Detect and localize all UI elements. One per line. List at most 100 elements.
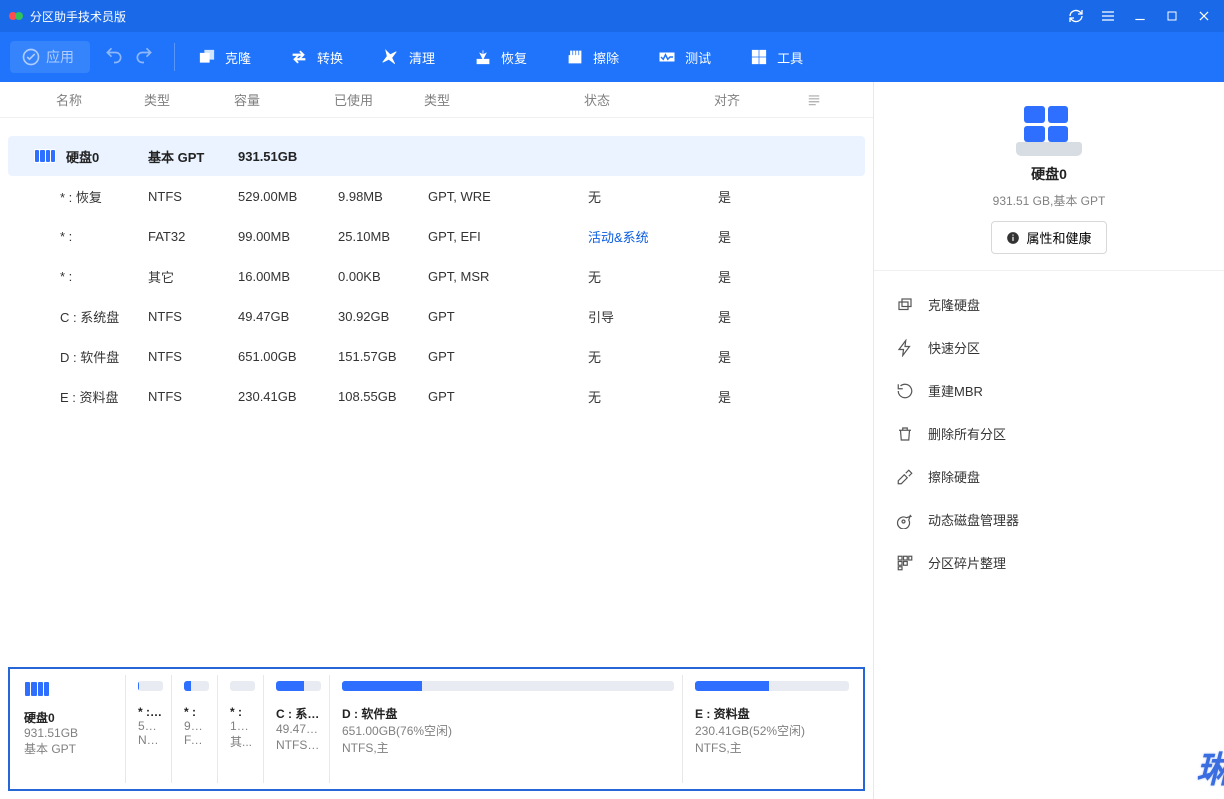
apply-label: 应用 [46, 47, 74, 67]
usage-bar [695, 681, 849, 691]
column-header: 名称 类型 容量 已使用 类型 状态 对齐 [0, 82, 873, 118]
partition-row[interactable]: * :FAT3299.00MB25.10MBGPT, EFI活动&系统是 [8, 216, 865, 256]
action-rebuildmbr[interactable]: 重建MBR [882, 369, 1216, 412]
part-cap: 16.00MB [238, 269, 338, 284]
tool-recover[interactable]: 恢复 [463, 39, 537, 75]
close-button[interactable] [1188, 0, 1220, 32]
part-used: 0.00KB [338, 269, 428, 284]
diskmap-part-title: E : 资料盘 [695, 705, 849, 722]
defrag-icon [896, 554, 914, 572]
usage-bar [230, 681, 255, 691]
partition-row[interactable]: * :其它16.00MB0.00KBGPT, MSR无是 [8, 256, 865, 296]
disk-icon [34, 149, 56, 163]
part-fs: FAT32 [148, 229, 238, 244]
partition-row[interactable]: * : 恢复NTFS529.00MB9.98MBGPT, WRE无是 [8, 176, 865, 216]
col-state-header[interactable]: 状态 [584, 90, 714, 109]
toolbar-divider [174, 43, 175, 71]
app-logo-icon [8, 8, 24, 24]
disk-type: 基本 GPT [148, 147, 238, 166]
part-state: 无 [588, 267, 718, 286]
toolbox-icon [749, 47, 769, 67]
col-type-header[interactable]: 类型 [144, 90, 234, 109]
state-link[interactable]: 活动&系统 [588, 230, 649, 245]
app-title: 分区助手技术员版 [30, 8, 126, 25]
wipedisk-icon [896, 468, 914, 486]
part-state: 无 [588, 387, 718, 406]
part-state: 无 [588, 347, 718, 366]
part-name: * : [8, 229, 148, 244]
minimize-button[interactable] [1124, 0, 1156, 32]
part-cap: 99.00MB [238, 229, 338, 244]
tool-label: 清理 [409, 48, 435, 67]
part-align: 是 [718, 187, 798, 206]
part-state: 引导 [588, 307, 718, 326]
column-picker-button[interactable] [794, 93, 834, 107]
redo-button[interactable] [134, 45, 154, 70]
diskmap-part-type: FAT... [184, 733, 209, 747]
main-panel: 名称 类型 容量 已使用 类型 状态 对齐 硬盘0 基本 GPT 931.51G… [0, 82, 874, 799]
tool-label: 擦除 [593, 48, 619, 67]
menu-button[interactable] [1092, 0, 1124, 32]
prop-btn-label: 属性和健康 [1026, 228, 1091, 247]
diskmap-part-type: NTF... [138, 733, 163, 747]
partition-row[interactable]: D : 软件盘NTFS651.00GB151.57GBGPT无是 [8, 336, 865, 376]
disk-icon [24, 681, 50, 697]
part-used: 151.57GB [338, 349, 428, 364]
col-used-header[interactable]: 已使用 [334, 90, 424, 109]
part-ptype: GPT [428, 349, 588, 364]
part-used: 25.10MB [338, 229, 428, 244]
diskmap-partition[interactable]: * :16....其... [222, 675, 264, 783]
clonedisk-icon [896, 296, 914, 314]
maximize-button[interactable] [1156, 0, 1188, 32]
col-capacity-header[interactable]: 容量 [234, 90, 334, 109]
clone-icon [197, 47, 217, 67]
diskmap-part-size: 16.... [230, 719, 255, 733]
action-label: 克隆硬盘 [928, 295, 980, 314]
disk-properties-button[interactable]: 属性和健康 [991, 221, 1106, 254]
diskmap-partition[interactable]: C : 系统盘49.47GB...NTFS,系... [268, 675, 330, 783]
action-label: 删除所有分区 [928, 424, 1006, 443]
part-name: C : 系统盘 [8, 307, 148, 326]
action-clonedisk[interactable]: 克隆硬盘 [882, 283, 1216, 326]
tool-convert[interactable]: 转换 [279, 39, 353, 75]
partition-row[interactable]: E : 资料盘NTFS230.41GB108.55GBGPT无是 [8, 376, 865, 416]
refresh-button[interactable] [1060, 0, 1092, 32]
action-wipedisk[interactable]: 擦除硬盘 [882, 455, 1216, 498]
diskmap-partition[interactable]: * : ...529...NTF... [130, 675, 172, 783]
col-align-header[interactable]: 对齐 [714, 90, 794, 109]
disk-row[interactable]: 硬盘0 基本 GPT 931.51GB [8, 136, 865, 176]
part-used: 9.98MB [338, 189, 428, 204]
part-state: 无 [588, 187, 718, 206]
action-dyndisk[interactable]: 动态磁盘管理器 [882, 498, 1216, 541]
diskmap-part-size: 651.00GB(76%空闲) [342, 722, 674, 739]
diskmap-partition[interactable]: * :99....FAT... [176, 675, 218, 783]
action-quickpart[interactable]: 快速分区 [882, 326, 1216, 369]
usage-bar [342, 681, 674, 691]
disk-map: 硬盘0 931.51GB 基本 GPT * : ...529...NTF...*… [8, 667, 865, 791]
diskmap-partition[interactable]: E : 资料盘230.41GB(52%空闲)NTFS,主 [687, 675, 857, 783]
diskmap-part-size: 529... [138, 719, 163, 733]
tool-test[interactable]: 测试 [647, 39, 721, 75]
tool-toolbox[interactable]: 工具 [739, 39, 813, 75]
diskmap-partition[interactable]: D : 软件盘651.00GB(76%空闲)NTFS,主 [334, 675, 683, 783]
col-name-header[interactable]: 名称 [4, 90, 144, 109]
part-ptype: GPT, MSR [428, 269, 588, 284]
tool-clean[interactable]: 清理 [371, 39, 445, 75]
quickpart-icon [896, 339, 914, 357]
delall-icon [896, 425, 914, 443]
diskmap-part-type: NTFS,主 [342, 739, 674, 756]
diskmap-part-title: C : 系统盘 [276, 705, 321, 722]
usage-bar [276, 681, 321, 691]
action-delall[interactable]: 删除所有分区 [882, 412, 1216, 455]
tool-wipe[interactable]: 擦除 [555, 39, 629, 75]
action-defrag[interactable]: 分区碎片整理 [882, 541, 1216, 584]
part-align: 是 [718, 387, 798, 406]
undo-button[interactable] [104, 45, 124, 70]
tool-clone[interactable]: 克隆 [187, 39, 261, 75]
diskmap-part-size: 230.41GB(52%空闲) [695, 722, 849, 739]
disk-map-disk[interactable]: 硬盘0 931.51GB 基本 GPT [16, 675, 126, 783]
action-label: 分区碎片整理 [928, 553, 1006, 572]
col-ptype-header[interactable]: 类型 [424, 90, 584, 109]
apply-button[interactable]: 应用 [10, 41, 90, 73]
partition-row[interactable]: C : 系统盘NTFS49.47GB30.92GBGPT引导是 [8, 296, 865, 336]
